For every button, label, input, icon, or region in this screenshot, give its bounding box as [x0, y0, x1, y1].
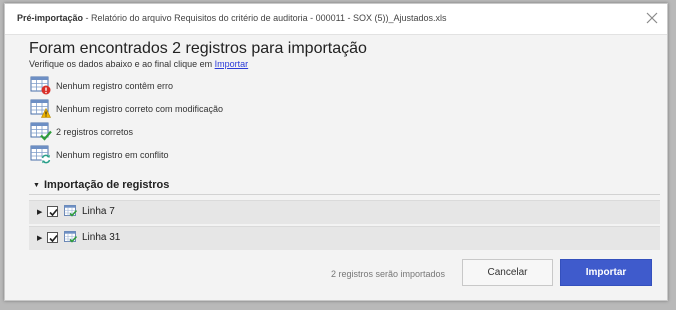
collapse-caret-icon[interactable]: ▼ — [33, 182, 40, 189]
table-warning-icon — [30, 99, 52, 119]
records-section-header[interactable]: ▼ Importação de registros — [29, 178, 660, 195]
record-row[interactable]: ▶ Linha 7 — [29, 200, 660, 224]
status-row-correct: 2 registros corretos — [30, 122, 133, 142]
record-check-icon — [64, 205, 78, 218]
record-check-icon — [64, 231, 78, 244]
status-row-warnings: Nenhum registro correto com modificação — [30, 99, 223, 119]
cancel-button[interactable]: Cancelar — [462, 259, 553, 286]
status-row-errors: Nenhum registro contêm erro — [30, 76, 173, 96]
close-icon[interactable] — [645, 11, 659, 25]
record-label: Linha 7 — [82, 206, 115, 217]
dialog-title: Pré-importação - Relatório do arquivo Re… — [17, 13, 447, 23]
dialog-title-rest: - Relatório do arquivo Requisitos do cri… — [83, 13, 447, 23]
status-row-conflicts: Nenhum registro em conflito — [30, 145, 169, 165]
instructions-text: Verifique os dados abaixo e ao final cli… — [29, 59, 248, 69]
expand-arrow-icon[interactable]: ▶ — [37, 208, 42, 216]
dialog-title-strong: Pré-importação — [17, 13, 84, 23]
page-title: Foram encontrados 2 registros para impor… — [29, 40, 367, 57]
import-link[interactable]: Importar — [215, 59, 249, 69]
import-button[interactable]: Importar — [560, 259, 652, 286]
status-errors-label: Nenhum registro contêm erro — [56, 81, 174, 91]
table-error-icon — [30, 76, 52, 96]
instructions-prefix: Verifique os dados abaixo e ao final cli… — [29, 59, 215, 69]
status-warnings-label: Nenhum registro correto com modificação — [56, 104, 224, 114]
expand-arrow-icon[interactable]: ▶ — [37, 234, 42, 242]
record-checkbox[interactable] — [47, 232, 58, 243]
table-check-icon — [30, 122, 52, 142]
record-checkbox[interactable] — [47, 206, 58, 217]
dialog-titlebar: Pré-importação - Relatório do arquivo Re… — [5, 4, 667, 35]
status-conflicts-label: Nenhum registro em conflito — [56, 150, 169, 160]
record-label: Linha 31 — [82, 232, 121, 243]
import-count-text: 2 registros serão importados — [331, 269, 446, 279]
table-refresh-icon — [30, 145, 52, 165]
pre-import-dialog: Pré-importação - Relatório do arquivo Re… — [4, 3, 668, 301]
status-correct-label: 2 registros corretos — [56, 127, 134, 137]
records-section-title: Importação de registros — [44, 179, 170, 191]
record-row[interactable]: ▶ Linha 31 — [29, 226, 660, 250]
